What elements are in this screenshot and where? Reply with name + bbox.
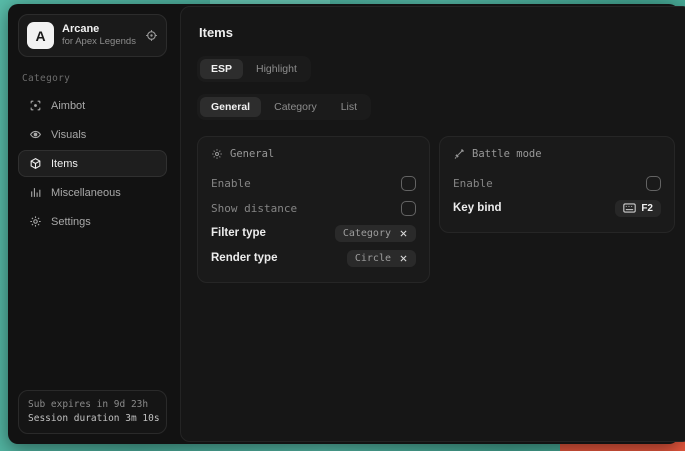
sidebar-item-settings[interactable]: Settings xyxy=(18,208,167,235)
keybind-button[interactable]: F2 xyxy=(615,200,661,217)
gear-icon xyxy=(28,215,42,228)
app-name: Arcane xyxy=(62,23,137,36)
filter-type-select[interactable]: Category xyxy=(335,225,416,242)
tab-category[interactable]: Category xyxy=(263,97,328,117)
general-card-title: General xyxy=(230,148,274,160)
setting-row-render-type: Render type Circle xyxy=(211,246,416,270)
page-title: Items xyxy=(199,25,675,40)
keybind-value: F2 xyxy=(641,203,653,214)
tab-list[interactable]: List xyxy=(330,97,368,117)
sidebar-item-items[interactable]: Items xyxy=(18,150,167,177)
setting-row-filter-type: Filter type Category xyxy=(211,221,416,245)
sidebar-nav: Aimbot Visuals Items xyxy=(18,92,167,235)
setting-row-enable: Enable xyxy=(211,171,416,195)
tab-highlight[interactable]: Highlight xyxy=(245,59,308,79)
bars-icon xyxy=(28,186,42,199)
sub-expires-text: Sub expires in 9d 23h xyxy=(28,398,157,412)
setting-label: Enable xyxy=(453,177,493,190)
battle-mode-card: Battle mode Enable Key bind F2 xyxy=(439,136,675,233)
general-card: General Enable Show distance Filter type… xyxy=(197,136,430,283)
battle-mode-card-title: Battle mode xyxy=(472,148,542,160)
general-card-header: General xyxy=(211,148,416,160)
sidebar-item-label: Aimbot xyxy=(51,100,85,112)
sidebar-spacer xyxy=(18,235,167,390)
battle-enable-checkbox[interactable] xyxy=(646,176,661,191)
app-logo: A xyxy=(27,22,54,49)
show-distance-checkbox[interactable] xyxy=(401,201,416,216)
clear-icon[interactable] xyxy=(399,254,408,263)
setting-label: Render type xyxy=(211,252,277,264)
setting-label: Key bind xyxy=(453,202,502,214)
brand-text: Arcane for Apex Legends xyxy=(62,23,137,48)
sidebar-item-label: Miscellaneous xyxy=(51,187,121,199)
sidebar-item-label: Visuals xyxy=(51,129,86,141)
main-panel: Items ESP Highlight General Category Lis… xyxy=(180,6,685,442)
sword-icon xyxy=(453,148,465,160)
cheat-menu-window: A Arcane for Apex Legends Category Aimbo… xyxy=(8,4,679,444)
setting-label: Filter type xyxy=(211,227,266,239)
setting-label: Enable xyxy=(211,177,251,190)
clear-icon[interactable] xyxy=(399,229,408,238)
sidebar-section-label: Category xyxy=(22,73,167,84)
enable-checkbox[interactable] xyxy=(401,176,416,191)
sidebar-item-label: Items xyxy=(51,158,78,170)
sun-icon xyxy=(211,148,223,160)
subscription-card: Sub expires in 9d 23h Session duration 3… xyxy=(18,390,167,434)
render-type-select[interactable]: Circle xyxy=(347,250,416,267)
setting-row-key-bind: Key bind F2 xyxy=(453,196,661,220)
target-icon[interactable] xyxy=(145,29,158,42)
sidebar-item-visuals[interactable]: Visuals xyxy=(18,121,167,148)
tab-general[interactable]: General xyxy=(200,97,261,117)
settings-cards: General Enable Show distance Filter type… xyxy=(197,136,675,283)
brand-card: A Arcane for Apex Legends xyxy=(18,14,167,57)
tab-esp[interactable]: ESP xyxy=(200,59,243,79)
sidebar-item-miscellaneous[interactable]: Miscellaneous xyxy=(18,179,167,206)
sidebar-item-label: Settings xyxy=(51,216,91,228)
render-type-value: Circle xyxy=(355,253,391,264)
battle-mode-card-header: Battle mode xyxy=(453,148,661,160)
setting-row-show-distance: Show distance xyxy=(211,196,416,220)
keyboard-icon xyxy=(623,203,636,213)
sidebar-item-aimbot[interactable]: Aimbot xyxy=(18,92,167,119)
mode-tab-group: ESP Highlight xyxy=(197,56,311,82)
setting-row-enable: Enable xyxy=(453,171,661,195)
session-duration-text: Session duration 3m 10s xyxy=(28,412,157,426)
setting-label: Show distance xyxy=(211,202,297,215)
crosshair-icon xyxy=(28,99,42,112)
view-tab-group: General Category List xyxy=(197,94,371,120)
package-icon xyxy=(28,157,42,170)
filter-type-value: Category xyxy=(343,228,391,239)
sidebar: A Arcane for Apex Legends Category Aimbo… xyxy=(8,4,176,444)
app-subtitle: for Apex Legends xyxy=(62,36,137,48)
eye-icon xyxy=(28,128,42,141)
